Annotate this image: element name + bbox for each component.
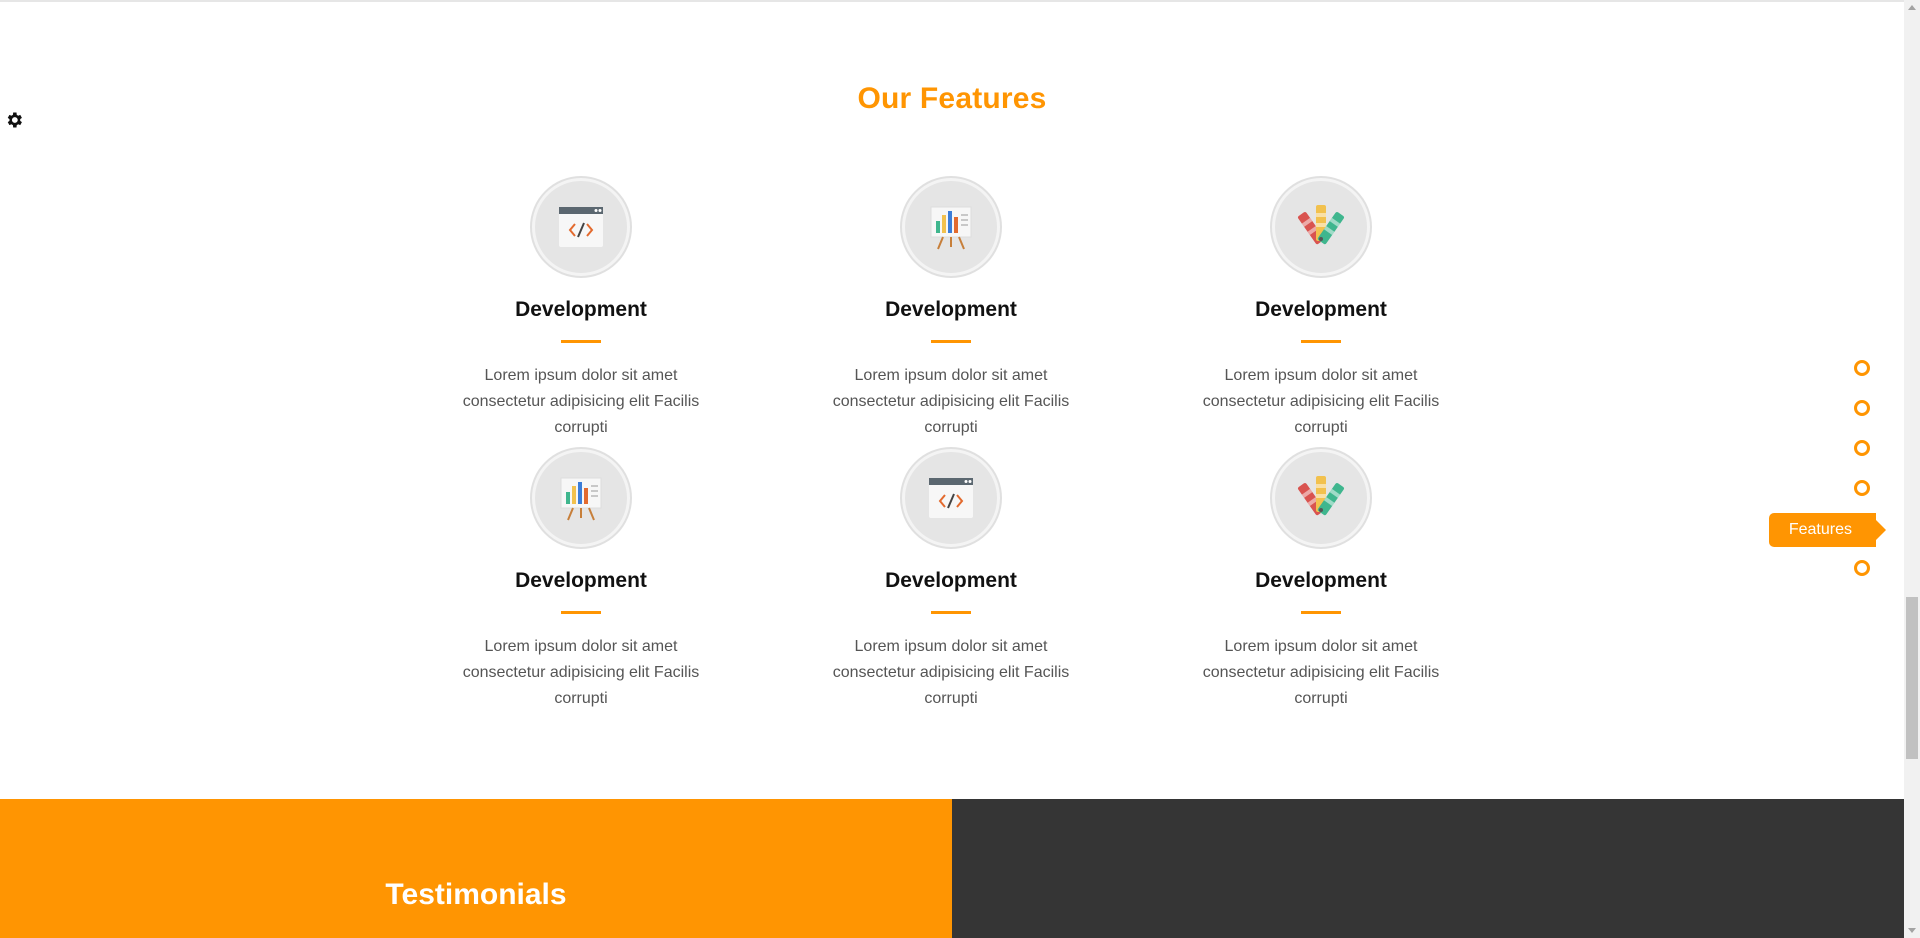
feature-card: Development Lorem ipsum dolor sit amet c… xyxy=(801,449,1101,712)
feature-text: Lorem ipsum dolor sit amet consectetur a… xyxy=(1202,367,1440,436)
section-dot[interactable] xyxy=(1854,360,1870,376)
vertical-scrollbar[interactable] xyxy=(1904,0,1920,938)
color-palette-icon xyxy=(1272,449,1370,547)
section-dot[interactable] xyxy=(1854,440,1870,456)
feature-divider xyxy=(931,611,971,614)
feature-title: Development xyxy=(1255,569,1387,592)
testimonials-panel-right xyxy=(952,799,1904,938)
feature-card: Development Lorem ipsum dolor sit amet c… xyxy=(801,178,1101,441)
feature-title: Development xyxy=(885,298,1017,321)
code-window-icon xyxy=(902,449,1000,547)
feature-title: Development xyxy=(885,569,1017,592)
presentation-chart-icon xyxy=(902,178,1000,276)
feature-card: Development Lorem ipsum dolor sit amet c… xyxy=(1171,178,1471,441)
scrollbar-thumb[interactable] xyxy=(1906,597,1918,759)
feature-divider xyxy=(1301,611,1341,614)
feature-divider xyxy=(1301,340,1341,343)
code-window-icon xyxy=(532,178,630,276)
feature-card: Development Lorem ipsum dolor sit amet c… xyxy=(431,449,731,712)
feature-divider xyxy=(561,340,601,343)
color-palette-icon xyxy=(1272,178,1370,276)
testimonials-panel-left xyxy=(0,799,952,938)
section-dot-label: Features xyxy=(1768,513,1887,547)
section-dot[interactable] xyxy=(1854,480,1870,496)
scroll-up-arrow-icon[interactable] xyxy=(1904,0,1920,16)
feature-title: Development xyxy=(515,569,647,592)
feature-text: Lorem ipsum dolor sit amet consectetur a… xyxy=(1202,638,1440,707)
features-title: Our Features xyxy=(857,82,1047,115)
section-dot[interactable] xyxy=(1854,560,1870,576)
feature-card: Development Lorem ipsum dolor sit amet c… xyxy=(431,178,731,441)
feature-text: Lorem ipsum dolor sit amet consectetur a… xyxy=(832,638,1070,707)
features-section: Our Features Development Lorem ipsum dol… xyxy=(0,0,1904,798)
feature-text: Lorem ipsum dolor sit amet consectetur a… xyxy=(832,367,1070,436)
feature-card: Development Lorem ipsum dolor sit amet c… xyxy=(1171,449,1471,712)
feature-divider xyxy=(931,340,971,343)
feature-title: Development xyxy=(1255,298,1387,321)
section-dot[interactable] xyxy=(1854,400,1870,416)
scroll-down-arrow-icon[interactable] xyxy=(1904,922,1920,938)
feature-title: Development xyxy=(515,298,647,321)
feature-text: Lorem ipsum dolor sit amet consectetur a… xyxy=(462,367,700,436)
feature-divider xyxy=(561,611,601,614)
testimonials-title: Testimonials xyxy=(385,878,567,911)
presentation-chart-icon xyxy=(532,449,630,547)
feature-text: Lorem ipsum dolor sit amet consectetur a… xyxy=(462,638,700,707)
